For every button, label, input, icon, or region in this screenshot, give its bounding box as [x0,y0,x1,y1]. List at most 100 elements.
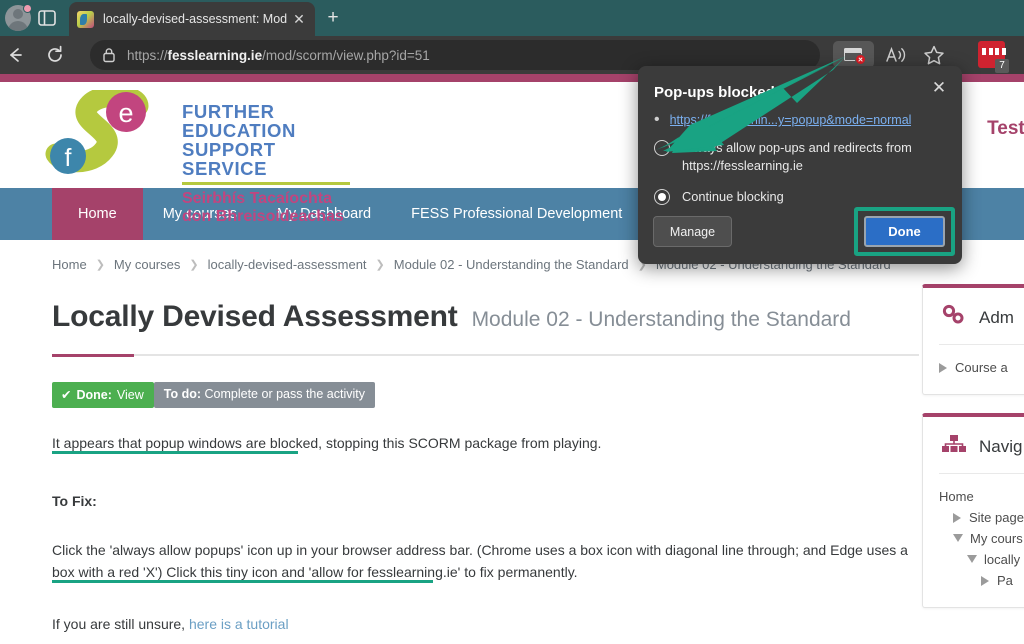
tab-close-icon[interactable]: ✕ [291,12,307,26]
paragraph-blocked-notice: It appears that popup windows are blocke… [52,433,914,455]
completion-badges: ✔ Done: View To do: Complete or pass the… [52,382,922,408]
content-row: Locally Devised Assessment Module 02 - U… [0,272,1024,635]
manage-button[interactable]: Manage [653,216,732,247]
block-navigation-header: Navig [923,431,1024,460]
radio-continue-blocking-label: Continue blocking [682,189,784,204]
breadcrumb-separator-icon: ❯ [189,259,199,271]
radio-option-always-allow[interactable]: Always allow pop-ups and redirects from … [654,139,950,175]
done-button[interactable]: Done [864,216,945,247]
url-text: https://fesslearning.ie/mod/scorm/view.p… [127,48,430,63]
badge-done-text: View [116,387,144,402]
done-button-highlight: Done [854,207,955,256]
block-administration-body: Course a [923,345,1024,378]
chevron-down-icon[interactable] [967,555,977,564]
tree-item-label: Site page [969,510,1024,525]
paragraph-fix-instructions: Click the 'always allow popups' icon up … [52,540,914,583]
breadcrumb-item-3[interactable]: Module 02 - Understanding the Standard [394,257,629,272]
tree-item-locally-devised[interactable]: locally [939,549,1024,570]
breadcrumb-separator-icon: ❯ [95,259,105,271]
url-domain: fesslearning.ie [167,47,263,63]
popup-blocked-icon[interactable] [833,41,874,68]
chevron-down-icon[interactable] [953,534,963,543]
tree-item-label: locally [984,552,1021,567]
block-navigation: Navig Home Site page My cours locally Pa [922,413,1024,608]
radio-always-allow-label: Always allow pop-ups and redirects from … [682,140,912,174]
chevron-right-icon[interactable] [953,512,962,523]
block-navigation-body: Home Site page My cours locally Pa [923,474,1024,591]
reload-button[interactable] [44,44,66,66]
nav-item-home[interactable]: Home [52,188,143,240]
notification-dot-icon [23,4,32,13]
logo-line-1b: SUPPORT SERVICE [182,139,276,179]
extension-badge-count: 7 [995,59,1009,73]
back-button[interactable] [4,44,26,66]
browser-tab[interactable]: locally-devised-assessment: Mod ✕ [69,2,315,36]
block-administration-header: Adm [923,302,1024,331]
badge-todo-text: Complete or pass the activity [204,387,366,401]
browser-tabstrip: locally-devised-assessment: Mod ✕ + [0,0,1024,36]
logo-divider [182,182,350,185]
lock-icon [102,47,116,63]
paragraph-blocked-notice-text: It appears that popup windows are blocke… [52,435,602,451]
badge-done-strong: Done: [76,387,112,402]
chevron-right-icon[interactable] [939,362,948,373]
page-title: Locally Devised Assessment [52,300,458,333]
badge-todo-strong: To do: [163,387,202,401]
tree-item-site-pages[interactable]: Site page [939,507,1024,528]
breadcrumb-item-0[interactable]: Home [52,257,87,272]
popup-dialog-title: Pop-ups blocked: [654,84,780,101]
nav-item-fess-professional-development[interactable]: FESS Professional Development [391,188,642,240]
page-subtitle: Module 02 - Understanding the Standard [471,308,851,331]
svg-text:e: e [118,98,133,128]
status-badge-done[interactable]: ✔ Done: View [52,382,154,408]
blocked-url-row: • https://fesslearnin...y=popup&mode=nor… [654,111,950,128]
tab-title: locally-devised-assessment: Mod [103,12,288,26]
svg-text:f: f [65,144,72,172]
tree-item-participants[interactable]: Pa [939,570,1024,591]
tree-item-home[interactable]: Home [939,486,1024,507]
tab-favicon-icon [77,10,94,28]
bullet-icon: • [654,111,660,128]
main-content: Locally Devised Assessment Module 02 - U… [52,272,922,635]
paragraph-tutorial-prefix: If you are still unsure, [52,615,189,632]
browser-window: locally-devised-assessment: Mod ✕ + http… [0,0,1024,644]
page-title-row: Locally Devised Assessment Module 02 - U… [52,300,922,334]
tree-item-label: My cours [970,531,1023,546]
new-tab-button[interactable]: + [322,7,344,29]
tree-item-label: Course a [955,360,1008,375]
gears-icon [941,304,967,331]
check-icon: ✔ [61,388,72,402]
extension-icon[interactable]: 7 [978,41,1009,73]
chevron-right-icon[interactable] [981,575,990,586]
tutorial-link[interactable]: here is a tutorial [189,616,289,632]
breadcrumb-item-2[interactable]: locally-devised-assessment [208,257,367,272]
url-path: /mod/scorm/view.php?id=51 [262,47,430,63]
block-navigation-title: Navig [979,436,1023,456]
paragraph-to-fix-heading: To Fix: [52,492,97,509]
breadcrumb-item-1[interactable]: My courses [114,257,180,272]
breadcrumb-separator-icon: ❯ [375,259,385,271]
blocked-url-link[interactable]: https://fesslearnin...y=popup&mode=norma… [670,113,912,127]
sitemap-icon [941,433,967,460]
favorites-star-icon[interactable] [922,44,946,66]
status-badge-todo: To do: Complete or pass the activity [153,382,376,408]
paragraph-tutorial: If you are still unsure, here is a tutor… [52,614,914,636]
split-screen-icon[interactable] [37,9,57,27]
close-icon[interactable]: ✕ [926,75,952,101]
tree-item-label: Home [939,489,974,504]
logo-line-2: Seirbhís Tacaíochta [182,190,332,207]
tree-item-course-administration[interactable]: Course a [939,357,1024,378]
block-administration-title: Adm [979,307,1014,327]
logo-line-1: FURTHER EDUCATION [182,101,296,141]
popup-blocked-x-badge-icon [855,54,866,65]
fess-logo[interactable]: e f FURTHER EDUCATION SUPPORT SERVICE Se… [42,85,350,225]
radio-option-continue-blocking[interactable]: Continue blocking [654,188,950,206]
tree-item-label: Pa [997,573,1013,588]
read-aloud-icon[interactable] [884,44,908,66]
profile-avatar[interactable] [5,4,32,31]
tree-item-my-courses[interactable]: My cours [939,528,1024,549]
radio-continue-blocking-input[interactable] [654,189,670,205]
radio-always-allow-input[interactable] [654,140,670,156]
user-greeting: Test Man [987,118,1024,139]
title-underline [52,354,919,357]
